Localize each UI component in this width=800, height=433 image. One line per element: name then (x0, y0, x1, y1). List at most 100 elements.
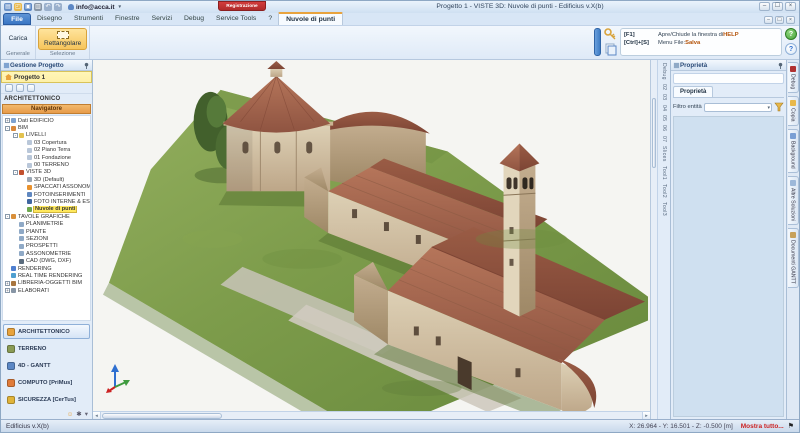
side-tab[interactable]: Altre Soluzioni (788, 176, 799, 225)
new-document-icon[interactable]: ▤ (4, 3, 12, 11)
info-button[interactable]: ? (785, 43, 797, 55)
tree-item[interactable]: + Dati EDIFICIO (3, 117, 90, 124)
navigator-header[interactable]: Navigatore (2, 104, 91, 114)
debug-strip-label[interactable]: 06 (661, 125, 667, 131)
print-icon[interactable]: ▥ (34, 3, 42, 11)
menu-tab[interactable]: Service Tools (210, 13, 262, 25)
maximize-button[interactable]: ☐ (772, 2, 783, 11)
tree-item[interactable]: SEZIONI (3, 235, 90, 242)
side-tab[interactable]: Debug (788, 62, 799, 93)
ribbon-button[interactable]: Rettangolare (38, 28, 87, 50)
funnel-icon[interactable] (774, 102, 784, 112)
environment-button[interactable]: 4D - GANTT (3, 358, 90, 373)
open-folder-icon[interactable]: ◰ (14, 3, 22, 11)
tree-expander[interactable]: + (5, 288, 10, 293)
pin-icon[interactable] (777, 62, 784, 69)
doc-close-button[interactable]: × (786, 16, 795, 24)
tree-item[interactable]: PIANTE (3, 228, 90, 235)
expand-icon[interactable]: ▾ (85, 410, 88, 418)
notification-icon[interactable]: ✱ (76, 410, 81, 418)
tree-tool-icon[interactable] (5, 84, 13, 92)
tree-item[interactable]: + LIBRERIA-OGGETTI BIM (3, 280, 90, 287)
side-tab[interactable]: Background (788, 129, 799, 173)
tree-expander[interactable]: - (13, 170, 18, 175)
debug-strip-label[interactable]: Debug (661, 63, 667, 80)
debug-strip-label[interactable]: 04 (661, 105, 667, 111)
tree-item[interactable]: FOTO INTERNE & ESTERNE (3, 198, 90, 205)
environment-button[interactable]: SICUREZZA [CerTus] (3, 392, 90, 407)
tree-expander[interactable]: - (5, 214, 10, 219)
tree-item[interactable]: - VISTE 3D (3, 169, 90, 176)
point-cloud-church-model[interactable] (93, 60, 650, 411)
close-button[interactable]: × (785, 2, 796, 11)
ribbon-button[interactable]: Carica (3, 32, 33, 45)
tree-item[interactable]: RENDERING (3, 265, 90, 272)
help-button[interactable]: ? (785, 28, 797, 40)
tree-item[interactable]: SPACCATI ASSONOMETRICI (3, 184, 90, 191)
tree-item[interactable]: PLANIMETRIE (3, 220, 90, 227)
doc-restore-button[interactable]: ☐ (775, 16, 784, 24)
undo-icon[interactable]: ↶ (44, 3, 52, 11)
layers-icon[interactable] (604, 43, 617, 56)
tree-item[interactable]: 01 Fondazione (3, 154, 90, 161)
minimize-button[interactable]: – (759, 2, 770, 11)
doc-minimize-button[interactable]: – (764, 16, 773, 24)
tree-item[interactable]: 00 TERRENO (3, 161, 90, 168)
project-row[interactable]: Progetto 1 (1, 71, 92, 83)
vscroll-thumb[interactable] (652, 98, 656, 168)
tree-item[interactable]: 3D (Default) (3, 176, 90, 183)
environment-button[interactable]: COMPUTO [PriMus] (3, 375, 90, 390)
tree-item[interactable]: - TAVOLE GRAFICHE (3, 213, 90, 220)
debug-strip-label[interactable]: Tool2 (661, 184, 667, 198)
tree-item[interactable]: Nuvole di punti (3, 206, 90, 213)
tree-item[interactable]: 02 Piano Terra (3, 147, 90, 154)
save-icon[interactable]: ▣ (24, 3, 32, 11)
tree-item[interactable]: REAL TIME RENDERING (3, 272, 90, 279)
environment-button[interactable]: ARCHITETTONICO (3, 324, 90, 339)
horizontal-scrollbar[interactable]: ◂ ▸ (93, 411, 650, 419)
debug-strip-label[interactable]: Slices (661, 146, 667, 162)
context-tab-nuvole-di-punti[interactable]: Nuvole di punti (278, 12, 343, 25)
vertical-scrollbar[interactable] (651, 60, 658, 419)
tree-item[interactable]: PROSPETTI (3, 243, 90, 250)
side-tab[interactable]: Documenti GANTT (788, 228, 799, 288)
tree-item[interactable]: FOTOINSERIMENTI (3, 191, 90, 198)
tab-proprieta[interactable]: Proprietà (673, 86, 713, 97)
menu-tab[interactable]: Servizi (146, 13, 178, 25)
side-tab[interactable]: Copia (788, 96, 799, 126)
menu-tab[interactable]: Debug (178, 13, 210, 25)
menu-tab[interactable]: Disegno (31, 13, 68, 25)
tree-item[interactable]: CAD (DWG, DXF) (3, 257, 90, 264)
filter-select[interactable] (704, 103, 772, 112)
tree-item[interactable]: - BIM (3, 124, 90, 131)
debug-strip-label[interactable]: Tool3 (661, 202, 667, 216)
debug-strip-label[interactable]: Tool1 (661, 166, 667, 180)
ribbon-scroll-handle[interactable] (594, 28, 601, 56)
tree-item[interactable]: + ELABORATI (3, 287, 90, 294)
pin-icon[interactable] (83, 62, 90, 69)
shortcut-keys-icon[interactable] (604, 28, 617, 41)
tree-expander[interactable]: + (5, 118, 10, 123)
debug-strip-label[interactable]: 05 (661, 115, 667, 121)
scroll-thumb[interactable] (102, 413, 222, 419)
status-alert[interactable]: Mostra tutto... (741, 423, 784, 430)
menu-tab[interactable]: Strumenti (68, 13, 109, 25)
tree-expander[interactable]: + (5, 281, 10, 286)
environment-button[interactable]: TERRENO (3, 341, 90, 356)
tree-item[interactable]: - LIVELLI (3, 132, 90, 139)
tree-tool-icon[interactable] (16, 84, 24, 92)
tree-item[interactable]: ASSONOMETRIE (3, 250, 90, 257)
viewport-3d[interactable] (93, 60, 650, 411)
tree-tool-icon[interactable] (27, 84, 35, 92)
axis-gizmo[interactable] (105, 363, 131, 393)
menu-tab[interactable]: Finestre (109, 13, 146, 25)
assistant-icon[interactable]: ☺ (67, 411, 74, 418)
trial-banner-button[interactable]: Registrazione (218, 1, 266, 11)
account-label[interactable]: info@acca.it ▾ (68, 4, 121, 11)
debug-strip-label[interactable]: 03 (661, 94, 667, 100)
tree-item[interactable]: 03 Copertura (3, 139, 90, 146)
debug-strip-label[interactable]: 02 (661, 84, 667, 90)
tree-expander[interactable]: - (13, 133, 18, 138)
menu-tab[interactable]: ? (262, 13, 278, 25)
tree-expander[interactable]: - (5, 126, 10, 131)
